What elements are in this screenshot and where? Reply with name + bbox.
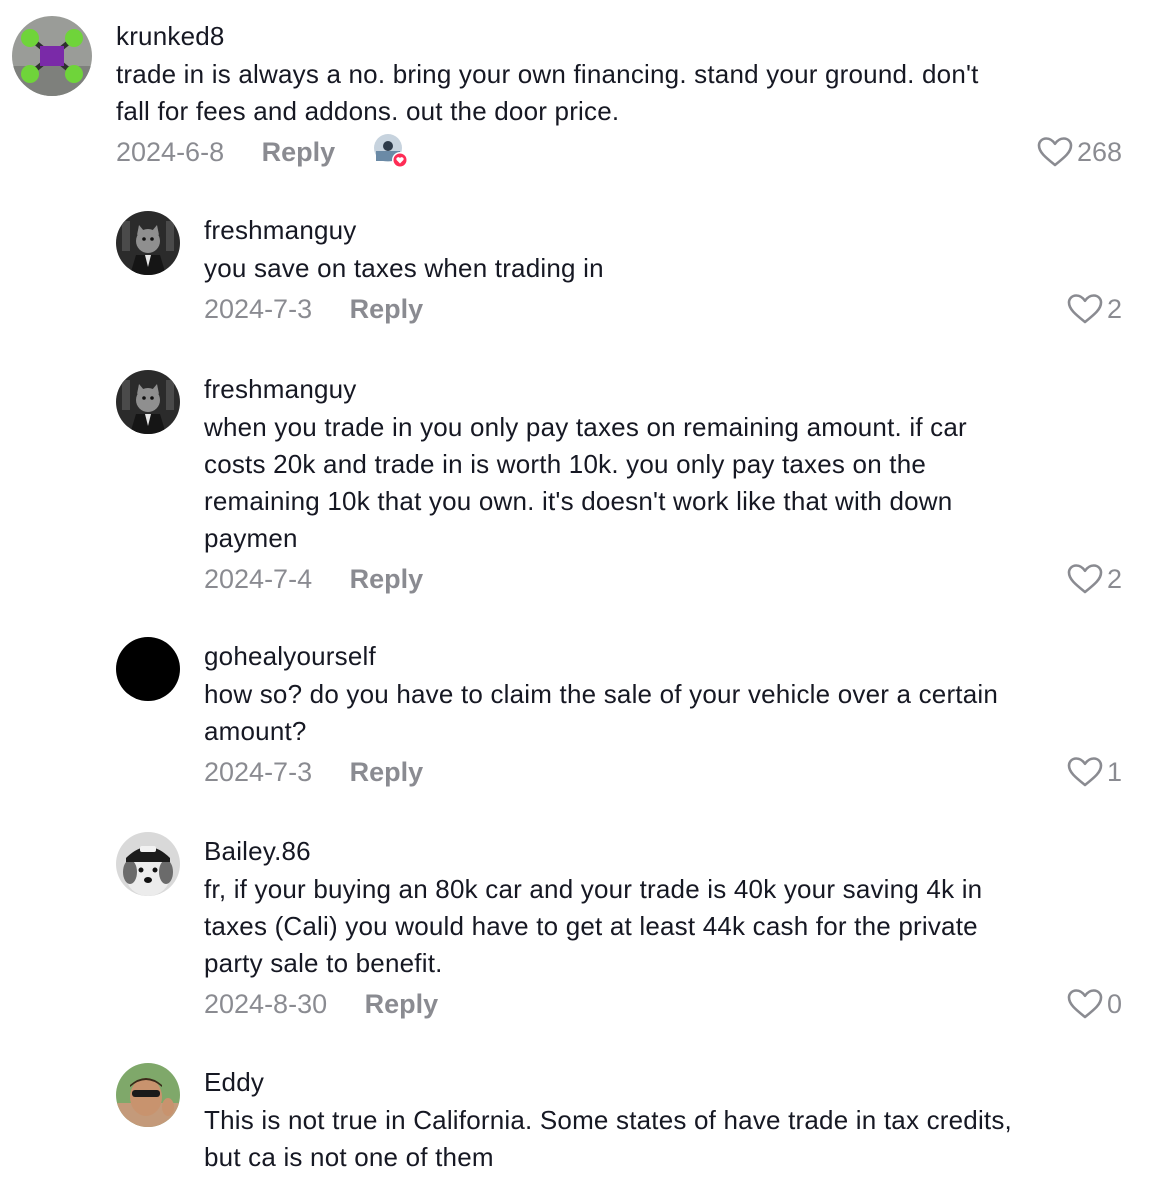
reply-button[interactable]: Reply (350, 752, 424, 792)
comment-date: 2024-7-3 (204, 294, 313, 324)
black-avatar[interactable] (116, 637, 180, 701)
comment-meta: 2024-7-3 Reply 2 (204, 289, 1122, 329)
comment-meta: 2024-6-8 Reply 268 (116, 132, 1122, 172)
man-sunglasses-avatar[interactable] (116, 1063, 180, 1127)
comment-text: when you trade in you only pay taxes on … (204, 412, 967, 553)
comment-username[interactable]: krunked8 (116, 18, 1122, 54)
comment-username[interactable]: Eddy (204, 1064, 1122, 1100)
comment-text: how so? do you have to claim the sale of… (204, 679, 999, 746)
heart-outline-icon (1067, 294, 1103, 324)
reply-button[interactable]: Reply (350, 559, 424, 599)
like-count: 2 (1106, 294, 1122, 324)
cat-in-suit-avatar[interactable] (116, 211, 180, 275)
comment-meta: 2024-8-30 Reply 0 (204, 984, 1122, 1024)
comment-text: trade in is always a no. bring your own … (116, 59, 979, 126)
reply-button[interactable]: Reply (350, 289, 424, 329)
comment-date: 2024-7-4 (204, 564, 313, 594)
like-button[interactable]: 2 (1067, 559, 1122, 599)
heart-outline-icon (1067, 989, 1103, 1019)
reply-button[interactable]: Reply (262, 132, 336, 172)
creator-liked-badge-icon (373, 133, 409, 169)
heart-outline-icon (1067, 757, 1103, 787)
comment-text: fr, if your buying an 80k car and your t… (204, 874, 983, 978)
like-button[interactable]: 268 (1037, 132, 1122, 172)
like-button[interactable]: 2 (1067, 289, 1122, 329)
comment-text: you save on taxes when trading in (204, 253, 604, 283)
comment-date: 2024-7-3 (204, 757, 313, 787)
like-button[interactable]: 1 (1067, 752, 1122, 792)
comment-username[interactable]: freshmanguy (204, 371, 1122, 407)
comment-username[interactable]: freshmanguy (204, 212, 1122, 248)
like-button[interactable]: 0 (1067, 984, 1122, 1024)
comment-date: 2024-6-8 (116, 137, 225, 167)
comment-date: 2024-8-30 (204, 989, 328, 1019)
comment-meta: 2024-7-4 Reply 2 (204, 559, 1122, 599)
comment-username[interactable]: gohealyourself (204, 638, 1122, 674)
like-count: 1 (1106, 757, 1122, 787)
like-count: 2 (1106, 564, 1122, 594)
comment-text: This is not true in California. Some sta… (204, 1105, 1012, 1172)
comment-meta: 2024-7-3 Reply 1 (204, 752, 1122, 792)
like-count: 0 (1106, 989, 1122, 1019)
comment-username[interactable]: Bailey.86 (204, 833, 1122, 869)
heart-outline-icon (1037, 137, 1073, 167)
like-count: 268 (1076, 137, 1122, 167)
heart-outline-icon (1067, 564, 1103, 594)
cat-in-suit-avatar[interactable] (116, 370, 180, 434)
reply-button[interactable]: Reply (365, 984, 439, 1024)
dog-in-cap-avatar[interactable] (116, 832, 180, 896)
drone-avatar[interactable] (12, 16, 92, 96)
